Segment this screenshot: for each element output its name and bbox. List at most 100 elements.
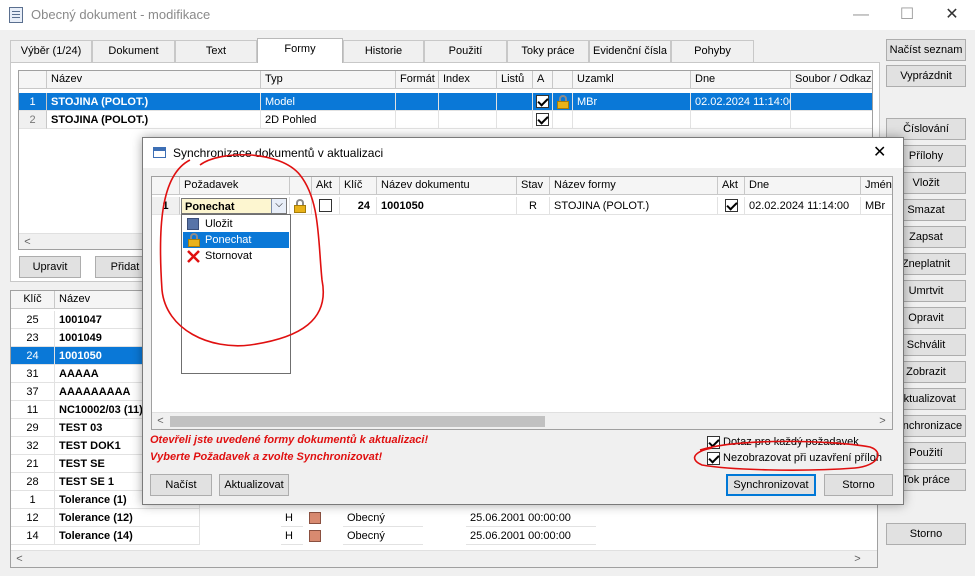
chevron-down-icon[interactable]: ⌵ (271, 199, 286, 213)
form-type: 2D Pohled (261, 111, 396, 129)
column-header[interactable]: Stav (517, 177, 550, 195)
tab-pohyby[interactable]: Pohyby (671, 40, 754, 62)
active-checkbox[interactable] (536, 113, 549, 126)
scroll-right-icon[interactable]: > (874, 413, 891, 429)
h-flag: H (281, 509, 303, 527)
tab-formy[interactable]: Formy (257, 38, 343, 63)
document-key: 24 (11, 347, 55, 365)
dialog-title: Synchronizace dokumentů v aktualizaci (173, 146, 384, 160)
request-value: Ponechat (185, 201, 235, 213)
document-date: 25.06.2001 00:00:00 (466, 509, 596, 527)
side-button-vyprazdnit[interactable]: Vyprázdnit (886, 65, 966, 87)
h-flag: H (281, 527, 303, 545)
synchronize-button[interactable]: Synchronizovat (726, 474, 816, 496)
column-header[interactable]: Soubor / Odkaz (791, 71, 872, 89)
document-state: R (517, 197, 550, 215)
document-key: 29 (11, 419, 55, 437)
lock-icon (294, 199, 306, 213)
synchronization-dialog: Synchronizace dokumentů v aktualizaci ✕ … (142, 137, 904, 505)
tab-text[interactable]: Text (175, 40, 257, 62)
column-header[interactable]: Název dokumentu (377, 177, 517, 195)
document-key: 14 (11, 527, 55, 545)
cross-icon (187, 250, 200, 263)
document-key: 1 (11, 491, 55, 509)
row-number: 1 (152, 197, 180, 215)
document-icon (9, 7, 23, 23)
column-header[interactable]: Klíč (11, 291, 55, 309)
column-header[interactable] (553, 71, 573, 89)
document-key: 28 (11, 473, 55, 491)
column-header[interactable]: Dne (691, 71, 791, 89)
option-ponechat[interactable]: Ponechat (183, 232, 289, 248)
scroll-left-icon[interactable]: < (152, 413, 169, 429)
document-key: 32 (11, 437, 55, 455)
column-header[interactable]: Index (439, 71, 497, 89)
column-header[interactable]: Akt (312, 177, 340, 195)
active-checkbox[interactable] (319, 199, 332, 212)
horizontal-scrollbar[interactable]: < > (11, 550, 877, 567)
scroll-left-icon[interactable]: < (11, 551, 28, 567)
form-name: STOJINA (POLOT.) (47, 93, 261, 111)
form-name: STOJINA (POLOT.) (47, 111, 261, 129)
lock-date: 02.02.2024 11:14:00 (691, 93, 791, 111)
minimize-button[interactable]: — (838, 0, 884, 30)
update-button[interactable]: Aktualizovat (219, 474, 289, 496)
scroll-left-icon[interactable]: < (19, 234, 36, 249)
column-header[interactable]: Uzamkl (573, 71, 691, 89)
option-ulozit[interactable]: Uložit (183, 216, 289, 232)
info-message-2: Vyberte Požadavek a zvolte Synchronizova… (150, 451, 383, 463)
document-type-icon (309, 512, 321, 524)
user-name: MBr (861, 197, 892, 215)
sync-grid: Požadavek Akt Klíč Název dokumentu Stav … (151, 176, 893, 430)
dialog-close-button[interactable]: ✕ (873, 142, 886, 162)
row-number: 1 (19, 93, 47, 111)
cancel-button[interactable]: Storno (824, 474, 893, 496)
lock-icon (188, 233, 200, 247)
column-header[interactable]: Listů (497, 71, 533, 89)
tab-historie[interactable]: Historie (343, 40, 424, 62)
option-stornovat[interactable]: Stornovat (183, 248, 289, 264)
side-button-nacist-seznam[interactable]: Načíst seznam (886, 39, 966, 61)
scrollbar-thumb[interactable] (170, 416, 545, 427)
column-header[interactable]: Formát (396, 71, 439, 89)
close-button[interactable]: ✕ (929, 0, 975, 30)
load-button[interactable]: Načíst (150, 474, 212, 496)
edit-button[interactable]: Upravit (19, 256, 81, 278)
document-name: Tolerance (12) (55, 509, 200, 527)
row-number: 2 (19, 111, 47, 129)
column-header[interactable]: Požadavek (180, 177, 290, 195)
scroll-right-icon[interactable]: > (849, 551, 866, 567)
lock-icon (557, 95, 569, 109)
document-key: 21 (11, 455, 55, 473)
column-header[interactable]: Klíč (340, 177, 377, 195)
document-name: 1001050 (55, 347, 145, 365)
window-title: Obecný dokument - modifikace (31, 7, 211, 22)
maximize-button[interactable]: ☐ (884, 0, 930, 30)
column-header[interactable]: Akt (718, 177, 745, 195)
column-header[interactable]: A (533, 71, 553, 89)
form-type: Model (261, 93, 396, 111)
save-icon (187, 218, 199, 230)
side-button-storno[interactable]: Storno (886, 523, 966, 545)
tab-evidencni-cisla[interactable]: Evidenční čísla (589, 40, 671, 62)
request-select[interactable]: Ponechat ⌵ (181, 198, 287, 214)
ask-each-checkbox[interactable] (707, 436, 720, 449)
tab-pouziti[interactable]: Použití (424, 40, 507, 62)
active-checkbox[interactable] (536, 95, 549, 108)
column-header[interactable]: Typ (261, 71, 396, 89)
document-key: 23 (11, 329, 55, 347)
tab-vyber[interactable]: Výběr (1/24) (10, 40, 92, 62)
column-header[interactable] (290, 177, 312, 195)
ask-each-label: Dotaz pro každý požadavek (723, 436, 859, 448)
column-header[interactable]: Dne (745, 177, 861, 195)
column-header[interactable]: Název formy (550, 177, 718, 195)
column-header[interactable]: Název (47, 71, 261, 89)
tab-toky-prace[interactable]: Toky práce (507, 40, 589, 62)
horizontal-scrollbar[interactable]: < > (152, 412, 892, 429)
tab-dokument[interactable]: Dokument (92, 40, 175, 62)
form-active-checkbox[interactable] (725, 199, 738, 212)
column-header[interactable]: Jméno (861, 177, 892, 195)
hide-on-close-checkbox[interactable] (707, 452, 720, 465)
row-header-corner (19, 71, 47, 89)
document-key: 12 (11, 509, 55, 527)
